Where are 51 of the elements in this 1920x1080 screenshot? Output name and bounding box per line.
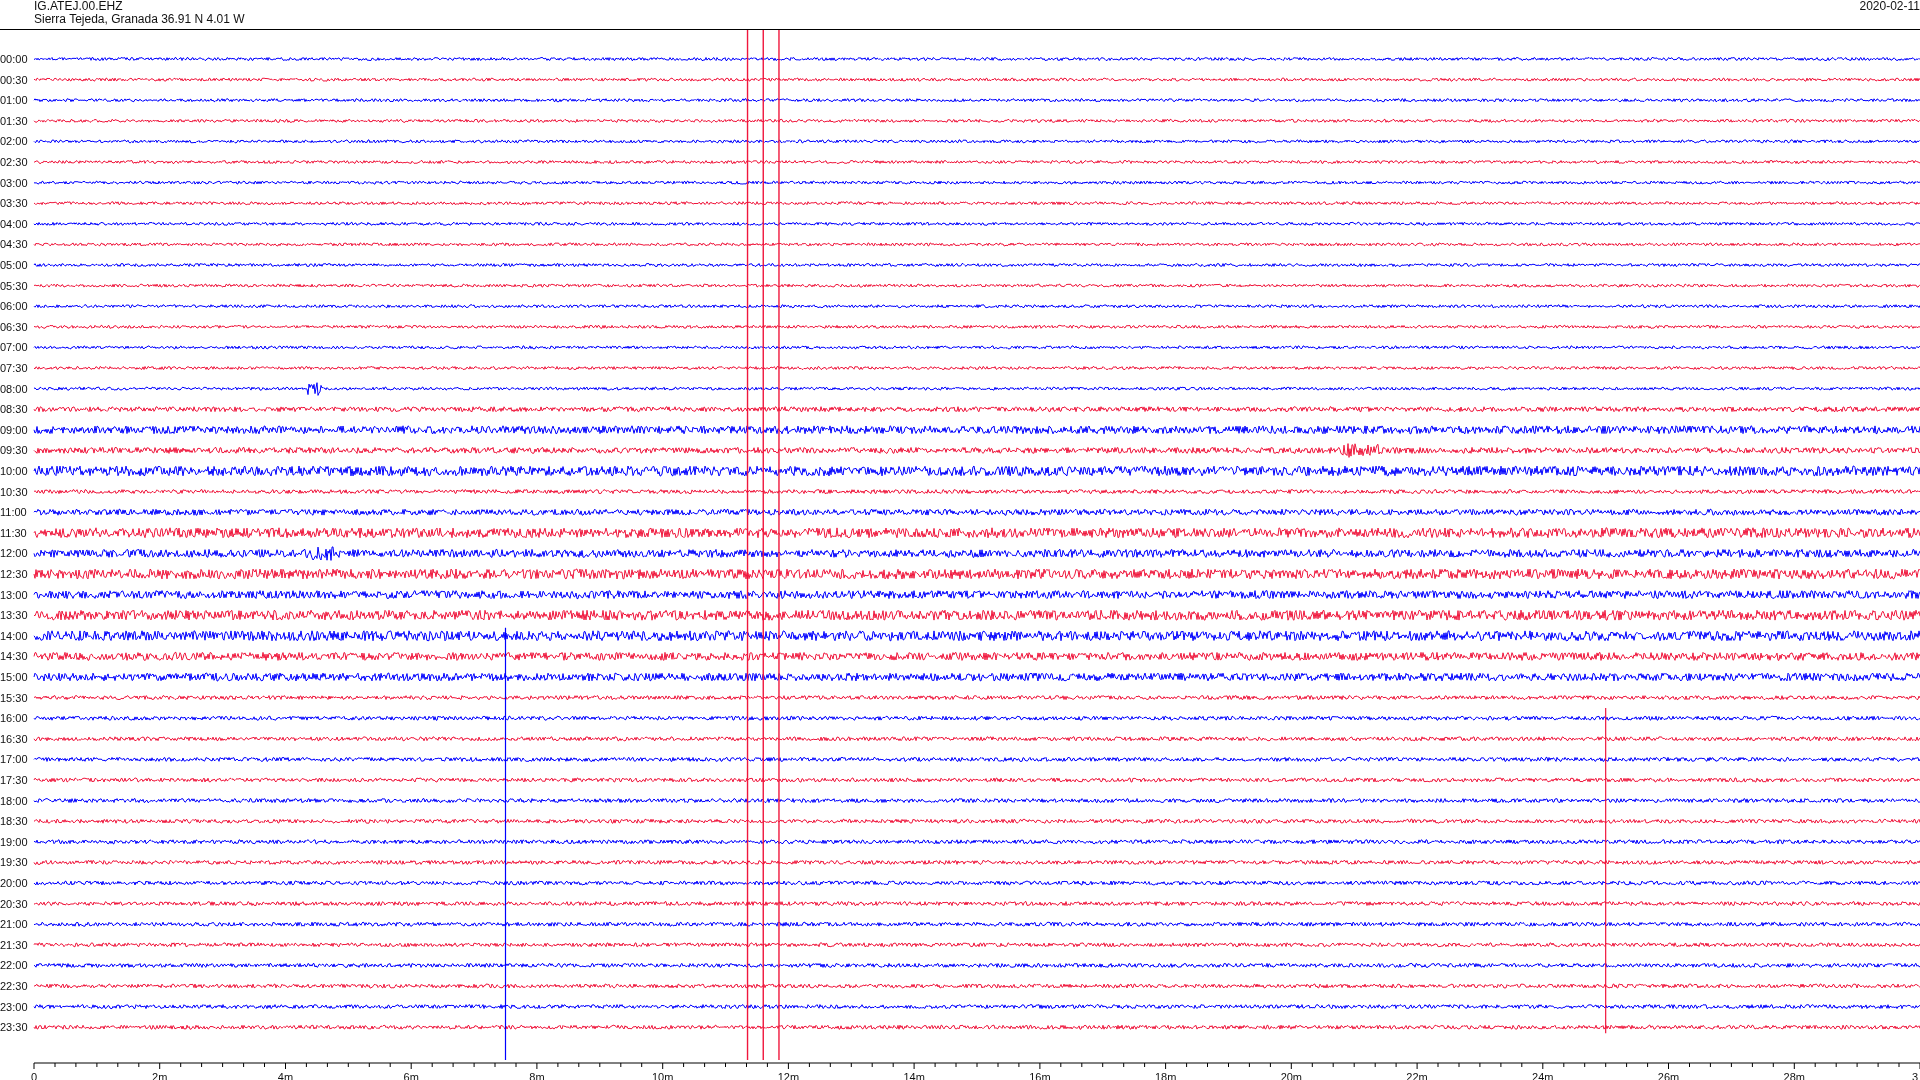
time-label: 03:00	[0, 176, 28, 189]
time-label: 17:00	[0, 753, 28, 766]
time-label: 16:30	[0, 732, 28, 745]
station-location: Sierra Tejeda, Granada 36.91 N 4.01 W	[34, 13, 245, 26]
time-label: 19:00	[0, 835, 28, 848]
time-label: 22:30	[0, 980, 28, 992]
time-label: 19:30	[0, 856, 28, 869]
plot-date: 2020-02-11	[1859, 0, 1920, 13]
time-label: 15:30	[0, 691, 28, 704]
time-label: 18:00	[0, 794, 28, 807]
time-label: 04:00	[0, 217, 28, 230]
time-label: 13:00	[0, 588, 28, 601]
time-label: 18:30	[0, 815, 28, 828]
time-label: 00:30	[0, 73, 28, 86]
station-code: IG.ATEJ.00.EHZ	[34, 0, 123, 13]
time-label: 09:30	[0, 444, 28, 457]
time-label: 21:00	[0, 918, 28, 931]
time-label: 15:00	[0, 671, 28, 683]
time-label: 12:00	[0, 547, 28, 560]
time-label: 11:00	[0, 506, 27, 519]
time-label: 08:30	[0, 403, 28, 416]
time-label: 14:00	[0, 629, 28, 642]
time-label: 20:00	[0, 877, 28, 889]
time-label: 07:00	[0, 341, 28, 354]
time-label: 21:30	[0, 938, 28, 951]
time-label: 16:00	[0, 712, 28, 725]
time-label: 00:00	[0, 53, 28, 65]
time-label: 11:30	[0, 526, 27, 539]
time-label: 12:30	[0, 568, 28, 580]
time-label: 01:00	[0, 94, 28, 107]
time-label: 06:00	[0, 300, 28, 313]
time-label: 17:30	[0, 774, 28, 786]
time-label: 05:00	[0, 259, 28, 271]
time-label: 08:00	[0, 382, 28, 395]
time-label: 22:00	[0, 959, 28, 972]
time-label: 23:30	[0, 1021, 28, 1034]
time-label: 02:00	[0, 135, 28, 148]
time-label: 05:30	[0, 279, 28, 292]
time-label: 13:30	[0, 609, 28, 622]
time-label: 01:30	[0, 114, 28, 127]
time-label: 10:30	[0, 485, 28, 498]
time-label: 06:30	[0, 320, 28, 333]
time-label: 14:30	[0, 650, 28, 663]
time-label: 23:00	[0, 1000, 28, 1013]
time-label: 20:30	[0, 897, 28, 910]
time-label: 09:00	[0, 423, 28, 436]
time-label: 10:00	[0, 465, 28, 477]
time-label: 07:30	[0, 362, 28, 374]
time-label: 02:30	[0, 156, 28, 168]
time-label: 04:30	[0, 238, 28, 251]
time-label: 03:30	[0, 197, 28, 210]
